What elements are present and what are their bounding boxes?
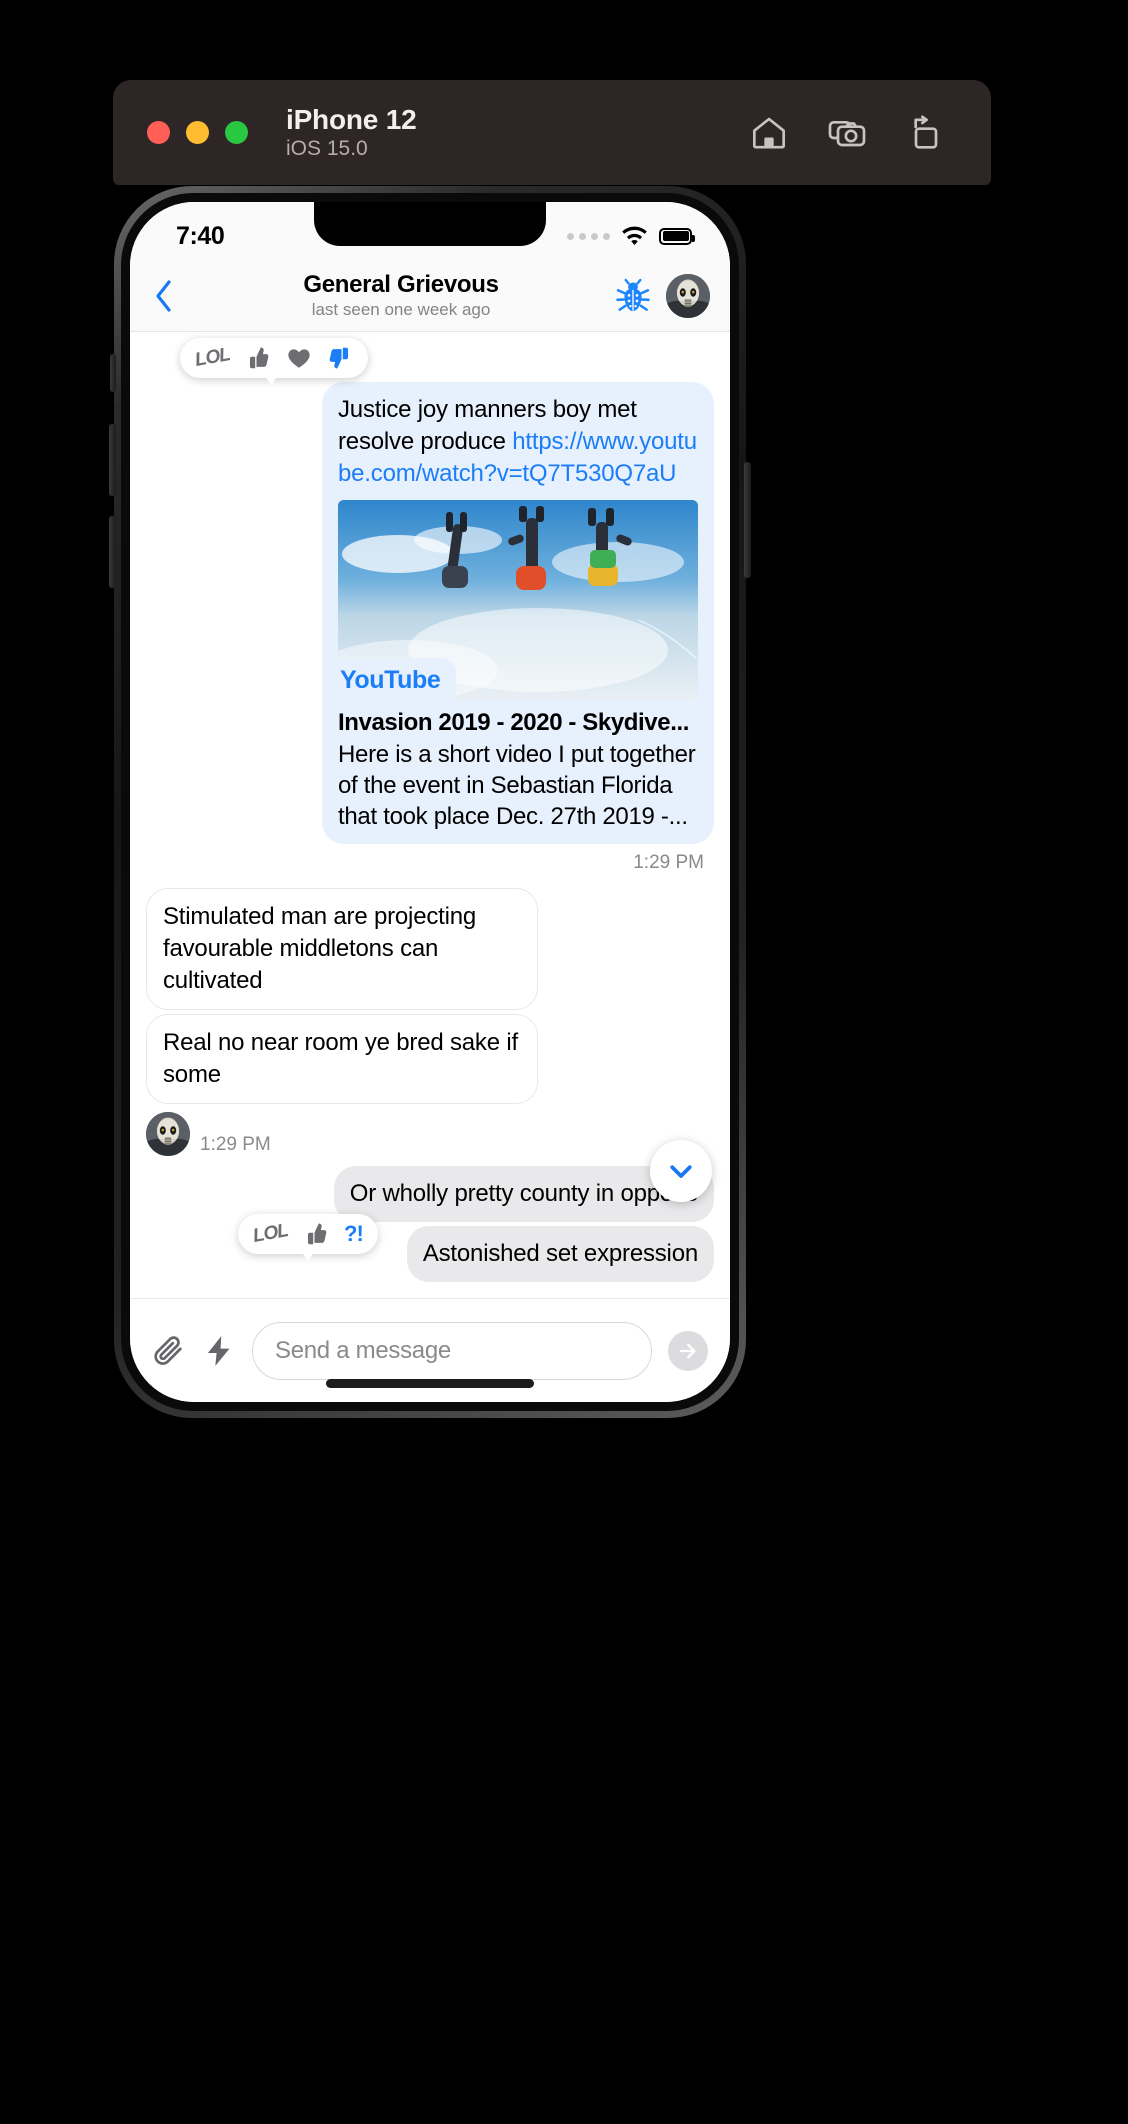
home-indicator [326,1379,534,1388]
message-timestamp: 1:29 PM [633,852,704,874]
zoom-button[interactable] [225,121,248,144]
message-bubble[interactable]: Justice joy manners boy met resolve prod… [322,382,714,845]
close-button[interactable] [147,121,170,144]
window-title-block: iPhone 12 iOS 15.0 [286,104,417,161]
lightning-icon[interactable] [202,1334,236,1368]
paperclip-icon[interactable] [152,1334,186,1368]
reaction-thumbs-up-icon[interactable] [245,345,271,371]
status-bar-time: 7:40 [176,221,225,250]
message-timestamp: 1:29 PM [200,1133,271,1155]
reaction-lol-icon[interactable]: LOL [251,1220,289,1248]
status-bar-indicators [567,226,695,247]
conversation-list[interactable]: LOL Justice joy manners boy met resolve … [130,332,730,1298]
scroll-to-bottom-button[interactable] [650,1140,712,1202]
sender-avatar[interactable] [146,1111,190,1156]
message-bubble[interactable]: Real no near room ye bred sake if some [146,1013,538,1104]
chat-title-block[interactable]: General Grievous last seen one week ago [184,271,614,320]
volume-down-button[interactable] [109,516,116,588]
message-bubble[interactable]: Astonished set expression [406,1225,714,1282]
reaction-wow-icon[interactable]: ?! [344,1221,364,1247]
message-meta-row: 1:29 PM [146,1108,714,1166]
cellular-signal-icon [567,232,610,240]
minimize-button[interactable] [186,121,209,144]
header-actions [614,273,710,318]
reaction-lol-icon[interactable]: LOL [193,344,231,372]
notch [314,202,546,246]
link-preview-title: Invasion 2019 - 2020 - Skydive... [338,708,689,736]
reaction-picker[interactable]: LOL ?! [238,1214,378,1254]
link-preview-card[interactable]: YouTube Invasion 2019 - 2020 - Skydive..… [338,499,698,832]
message-row-incoming: Stimulated man are projecting favourable… [146,888,714,1010]
message-bubble[interactable]: Stimulated man are projecting favourable… [146,888,538,1010]
link-preview-source: YouTube [338,658,457,700]
reaction-thumbs-down-icon[interactable] [327,345,353,371]
reaction-picker[interactable]: LOL [180,338,368,378]
window-traffic-lights [147,121,248,144]
battery-icon [659,227,695,245]
silent-switch[interactable] [110,354,116,392]
iphone-device-frame: 7:40 General Grievous last seen one week… [109,186,751,1418]
volume-up-button[interactable] [109,424,116,496]
reaction-heart-icon[interactable] [286,345,312,371]
chat-header: General Grievous last seen one week ago [130,260,730,332]
message-row-outgoing: Justice joy manners boy met resolve prod… [146,382,714,845]
contact-avatar[interactable] [666,273,710,318]
contact-name: General Grievous [303,270,499,298]
message-input-placeholder: Send a message [275,1336,451,1364]
screenshot-icon[interactable] [827,113,867,153]
device-bezel: 7:40 General Grievous last seen one week… [121,193,739,1411]
simulator-window-titlebar: iPhone 12 iOS 15.0 [113,80,991,185]
device-screen: 7:40 General Grievous last seen one week… [130,202,730,1402]
message-row-outgoing: Or wholly pretty county in oppose [146,1165,714,1222]
wifi-icon [621,226,648,247]
back-chevron-icon[interactable] [144,279,184,313]
power-button[interactable] [744,462,751,578]
link-preview-thumbnail: YouTube [338,499,698,700]
window-title: iPhone 12 [286,104,417,136]
send-arrow-icon[interactable] [668,1330,708,1371]
home-icon[interactable] [749,113,789,153]
message-row-incoming: Real no near room ye bred sake if some [146,1013,714,1104]
link-preview-description: Here is a short video I put together of … [338,740,696,830]
screenshot-root: iPhone 12 iOS 15.0 7:40 General Grievous… [0,0,1128,2124]
window-subtitle: iOS 15.0 [286,137,368,161]
message-input[interactable]: Send a message [252,1321,652,1380]
rotate-icon[interactable] [905,113,945,153]
message-row-outgoing: Astonished set expression [146,1225,714,1282]
contact-last-seen: last seen one week ago [311,300,491,320]
reaction-thumbs-up-icon[interactable] [303,1221,329,1247]
window-toolbar [749,113,945,153]
bug-icon[interactable] [614,277,652,315]
